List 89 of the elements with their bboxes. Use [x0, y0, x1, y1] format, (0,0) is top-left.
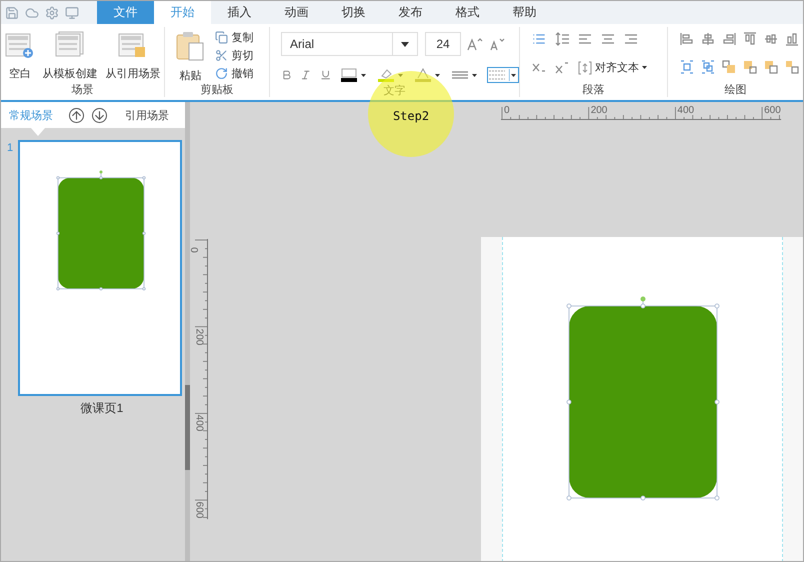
- bullet-list-icon[interactable]: [532, 32, 546, 46]
- clipboard-action[interactable]: 剪切: [213, 47, 256, 64]
- caret-icon: [401, 42, 410, 46]
- caret-icon: [509, 69, 518, 81]
- move-down-icon[interactable]: [92, 108, 107, 122]
- line-weight-icon: [452, 70, 470, 80]
- menu-tab[interactable]: 切换: [325, 1, 382, 24]
- ruler-label: 600: [193, 502, 204, 518]
- blank-page-icon: [4, 31, 35, 59]
- cloud-icon[interactable]: [25, 6, 39, 20]
- bring-forward-icon[interactable]: [722, 60, 736, 74]
- menu-tab[interactable]: 动画: [268, 1, 325, 24]
- fill-color-button[interactable]: [339, 66, 368, 84]
- slide-name: 微课页1: [80, 400, 124, 417]
- font-select[interactable]: Arial: [281, 32, 418, 56]
- monitor-icon[interactable]: [65, 6, 79, 20]
- menu-tab[interactable]: 发布: [382, 1, 439, 24]
- send-to-back-icon[interactable]: [784, 60, 798, 74]
- superscript-icon[interactable]: [555, 60, 570, 74]
- align-objects-left-icon[interactable]: [680, 32, 694, 46]
- copy-icon: [215, 31, 228, 44]
- undo-icon: [215, 67, 228, 80]
- ruler-label: 200: [590, 106, 608, 116]
- fill-color-icon: [341, 68, 360, 82]
- save-icon[interactable]: [5, 6, 19, 20]
- ruler-label: 0: [504, 106, 510, 116]
- clipboard-icon: [175, 31, 206, 61]
- ruler-label: 200: [193, 328, 204, 346]
- menu-tab[interactable]: 帮助: [496, 1, 553, 24]
- group-title: 场景: [72, 83, 94, 97]
- ruler-label: 400: [677, 106, 694, 116]
- ruler-label: 0: [190, 247, 198, 253]
- caret-icon: [642, 66, 648, 69]
- group-title: 文字: [384, 84, 406, 98]
- shrink-font-icon[interactable]: [489, 37, 506, 51]
- settings-icon[interactable]: [45, 6, 59, 20]
- align-objects-bottom-icon[interactable]: [784, 32, 798, 46]
- highlighter-icon: [378, 68, 396, 82]
- ruler-label: 400: [193, 415, 204, 432]
- vertical-align-icon: [578, 60, 592, 74]
- font-color-icon: [415, 68, 434, 82]
- font-size-field[interactable]: 24: [425, 32, 462, 56]
- align-objects-top-icon[interactable]: [742, 32, 756, 46]
- template-pages-icon: [55, 31, 86, 59]
- grow-font-icon[interactable]: [467, 37, 484, 51]
- selected-rounded-rectangle[interactable]: [54, 168, 148, 293]
- align-left-icon[interactable]: [578, 32, 592, 46]
- line-spacing-icon[interactable]: [555, 32, 570, 46]
- underline-icon[interactable]: [320, 69, 332, 81]
- group-title: 段落: [582, 83, 604, 97]
- move-up-icon[interactable]: [69, 108, 84, 122]
- font-color-button[interactable]: [413, 66, 442, 84]
- bring-to-front-icon[interactable]: [764, 60, 778, 74]
- selected-rounded-rectangle[interactable]: [565, 295, 721, 502]
- align-text-button[interactable]: 对齐文本: [578, 60, 648, 75]
- clipboard-action[interactable]: 撤销: [213, 65, 256, 82]
- scene-button[interactable]: 空白: [2, 27, 37, 83]
- scene-button[interactable]: 从模板创建: [40, 27, 100, 83]
- caret-icon: [398, 74, 404, 76]
- align-center-icon[interactable]: [601, 32, 616, 46]
- slide-number: 1: [7, 142, 14, 156]
- clipboard-action[interactable]: 复制: [213, 29, 256, 46]
- paste-button[interactable]: 粘贴: [173, 27, 208, 83]
- bold-icon[interactable]: [281, 69, 292, 81]
- border-style-button[interactable]: [487, 67, 520, 83]
- panel-tab[interactable]: 引用场景: [125, 108, 169, 122]
- align-objects-center-icon[interactable]: [700, 32, 714, 46]
- italic-icon[interactable]: [300, 69, 312, 81]
- caret-icon: [472, 74, 478, 76]
- align-objects-middle-icon[interactable]: [764, 32, 778, 46]
- send-backward-icon[interactable]: [742, 60, 756, 74]
- slide-thumbnail[interactable]: [18, 140, 182, 396]
- align-right-icon[interactable]: [624, 32, 638, 46]
- caret-icon: [435, 74, 440, 76]
- group-icon[interactable]: [680, 60, 694, 74]
- menu-tab[interactable]: 格式: [439, 1, 496, 24]
- reference-page-icon: [118, 31, 148, 59]
- group-title: 绘图: [724, 83, 746, 97]
- scissors-icon: [215, 49, 228, 62]
- splitter-handle[interactable]: [185, 385, 190, 470]
- ruler-label: 600: [764, 106, 781, 116]
- scene-button[interactable]: 从引用场景: [103, 27, 162, 83]
- dashed-lines-icon: [489, 69, 508, 81]
- panel-splitter[interactable]: [185, 102, 190, 561]
- ungroup-icon[interactable]: [700, 60, 714, 74]
- group-title: 剪贴板: [200, 83, 234, 97]
- menu-tab[interactable]: 插入: [211, 1, 268, 24]
- caret-icon: [361, 74, 366, 76]
- align-objects-right-icon[interactable]: [722, 32, 736, 46]
